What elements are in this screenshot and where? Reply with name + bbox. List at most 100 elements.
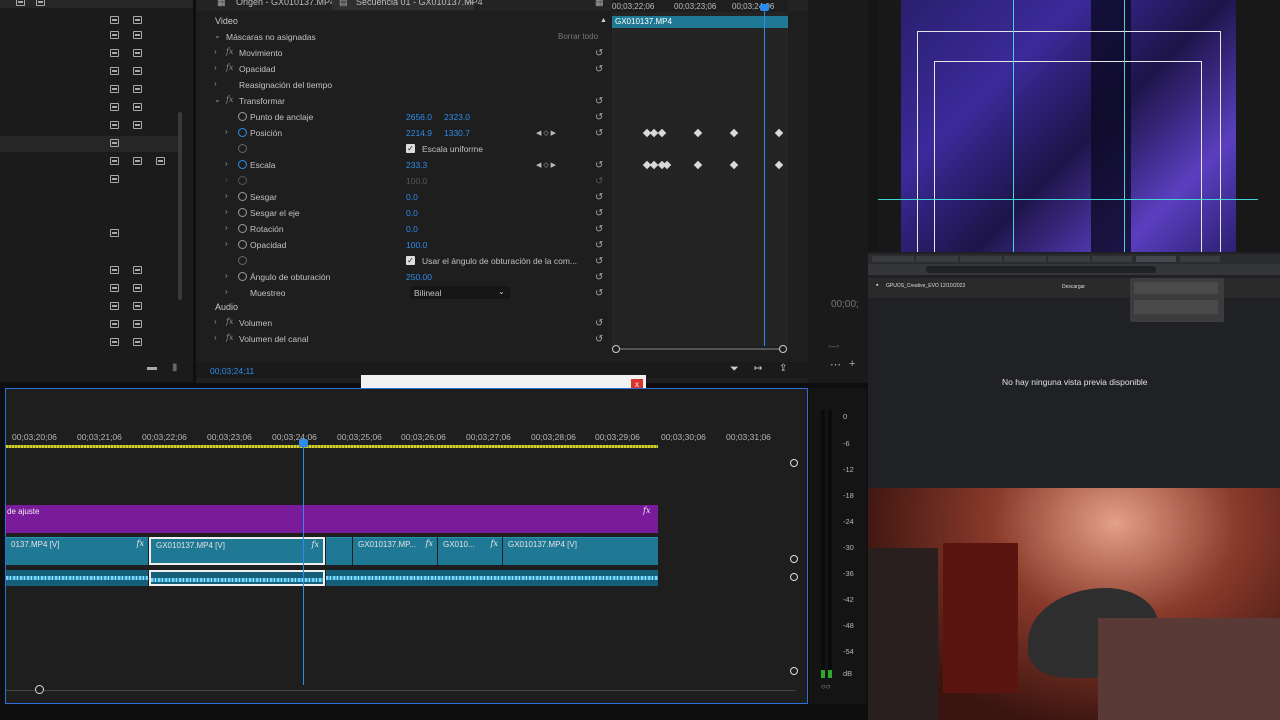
clip-icon[interactable]: [110, 103, 119, 111]
reset-icon[interactable]: ↺: [595, 319, 607, 329]
playhead-line[interactable]: [303, 439, 304, 685]
clip-icon[interactable]: [110, 67, 119, 75]
clip-icon[interactable]: [156, 157, 165, 165]
keyframe[interactable]: [693, 160, 703, 170]
fx-icon[interactable]: fx: [226, 317, 233, 326]
clip-icon[interactable]: [133, 31, 142, 39]
browser-tab[interactable]: [1004, 256, 1046, 262]
chevron-right-icon[interactable]: ›: [214, 334, 222, 342]
scale-value[interactable]: 233.3: [406, 160, 427, 170]
chevron-right-icon[interactable]: ›: [214, 64, 222, 72]
adjustment-clip[interactable]: de ajuste fx: [6, 505, 658, 533]
stopwatch-icon[interactable]: [238, 192, 247, 201]
collapse-icon[interactable]: ▲: [600, 17, 607, 24]
clip-icon[interactable]: [110, 175, 119, 183]
position-x-value[interactable]: 2214.9: [406, 128, 432, 138]
browser-tab[interactable]: [872, 256, 914, 262]
shutter-angle-value[interactable]: 250.00: [406, 272, 432, 282]
video-clip[interactable]: GX010137.MP4 [V]: [503, 537, 658, 565]
clip-icon[interactable]: [133, 67, 142, 75]
bin-icon[interactable]: [36, 0, 45, 6]
reset-icon[interactable]: ↺: [595, 113, 607, 123]
opacity-value[interactable]: 100.0: [406, 240, 427, 250]
position-y-value[interactable]: 1330.7: [444, 128, 470, 138]
clip-icon[interactable]: [133, 121, 142, 129]
browser-tab-active[interactable]: [1136, 256, 1176, 262]
keyframe-nav-icon[interactable]: ◀ ◇ ▶: [536, 161, 556, 169]
reset-icon[interactable]: ↺: [595, 335, 607, 345]
effect-time-remap[interactable]: Reasignación del tiempo: [239, 80, 332, 90]
effect-movement[interactable]: Movimiento: [239, 48, 282, 58]
rotation-value[interactable]: 0.0: [406, 224, 418, 234]
chevron-right-icon[interactable]: ›: [225, 240, 233, 248]
export-icon[interactable]: ↦: [754, 363, 762, 374]
clip-icon[interactable]: [110, 284, 119, 292]
reset-icon[interactable]: ↺: [595, 161, 607, 171]
download-button[interactable]: Descargar: [1062, 284, 1085, 290]
fx-icon[interactable]: fx: [226, 63, 233, 72]
uniform-scale-checkbox[interactable]: ✓: [406, 144, 415, 153]
clip-icon[interactable]: [110, 49, 119, 57]
clip-bar[interactable]: GX010137.MP4: [612, 16, 788, 28]
clip-icon[interactable]: [110, 85, 119, 93]
chevron-right-icon[interactable]: ›: [225, 208, 233, 216]
clip-icon[interactable]: [110, 320, 119, 328]
clip-icon[interactable]: [110, 16, 119, 24]
keyframe-nav-icon[interactable]: ◀ ◇ ▶: [536, 129, 556, 137]
keyframe[interactable]: [729, 160, 739, 170]
url-field[interactable]: [926, 266, 1156, 273]
skew-axis-value[interactable]: 0.0: [406, 208, 418, 218]
keyframe[interactable]: [657, 128, 667, 138]
chevron-down-icon[interactable]: ⌄: [214, 96, 222, 104]
chevron-right-icon[interactable]: ›: [225, 224, 233, 232]
browser-tab[interactable]: [1048, 256, 1090, 262]
scroll-handle[interactable]: [790, 667, 798, 675]
clip-icon[interactable]: [133, 302, 142, 310]
chevron-down-icon[interactable]: ⌄: [214, 32, 222, 40]
chevron-right-icon[interactable]: ›: [214, 318, 222, 326]
scroll-handle[interactable]: [790, 459, 798, 467]
effect-keyframe-timeline[interactable]: 00;03;22;06 00;03;23;06 00;03;24;06 GX01…: [612, 0, 788, 346]
zoom-scrollbar[interactable]: [612, 345, 788, 353]
browser-tab[interactable]: [960, 256, 1002, 262]
tab-close-icon[interactable]: ✕: [466, 0, 474, 7]
fx-icon[interactable]: fx: [226, 333, 233, 342]
trash-icon[interactable]: ▮: [172, 362, 178, 373]
keyframe[interactable]: [774, 128, 784, 138]
skew-value[interactable]: 0.0: [406, 192, 418, 202]
clear-all-button[interactable]: Borrar todo: [558, 32, 598, 41]
clip-icon[interactable]: [110, 157, 119, 165]
bin-icon[interactable]: [16, 0, 25, 6]
stopwatch-icon[interactable]: [238, 224, 247, 233]
clip-icon[interactable]: [133, 266, 142, 274]
stopwatch-icon[interactable]: [238, 240, 247, 249]
stopwatch-icon[interactable]: [238, 112, 247, 121]
downloads-popup[interactable]: [1130, 278, 1224, 322]
stopwatch-icon[interactable]: [238, 272, 247, 281]
clip-icon[interactable]: [133, 85, 142, 93]
reset-icon[interactable]: ↺: [595, 97, 607, 107]
clip-icon[interactable]: [110, 121, 119, 129]
settings-icon[interactable]: ⋯: [830, 358, 841, 371]
clip-icon[interactable]: [110, 31, 119, 39]
add-icon[interactable]: +: [849, 358, 855, 370]
clip-icon[interactable]: [110, 266, 119, 274]
zoom-handle-right[interactable]: [779, 345, 787, 353]
clip-icon[interactable]: [110, 139, 119, 147]
reset-icon[interactable]: ↺: [595, 289, 607, 299]
chevron-right-icon[interactable]: ›: [225, 288, 233, 296]
clip-icon[interactable]: [133, 284, 142, 292]
tab-sequence[interactable]: Secuencia 01 - GX010137.MP4: [356, 0, 483, 9]
guide-line[interactable]: [878, 199, 1258, 200]
chevron-right-icon[interactable]: ›: [225, 128, 233, 136]
scrollbar[interactable]: [178, 112, 182, 300]
selected-row[interactable]: [0, 136, 180, 152]
clip-icon[interactable]: [110, 338, 119, 346]
effect-volume[interactable]: Volumen: [239, 318, 272, 328]
clip-icon[interactable]: [110, 302, 119, 310]
keyframe[interactable]: [729, 128, 739, 138]
sampling-select[interactable]: Bilineal ⌄: [410, 286, 510, 299]
download-item[interactable]: [1134, 282, 1218, 294]
stopwatch-icon[interactable]: [238, 208, 247, 217]
use-shutter-checkbox[interactable]: ✓: [406, 256, 415, 265]
